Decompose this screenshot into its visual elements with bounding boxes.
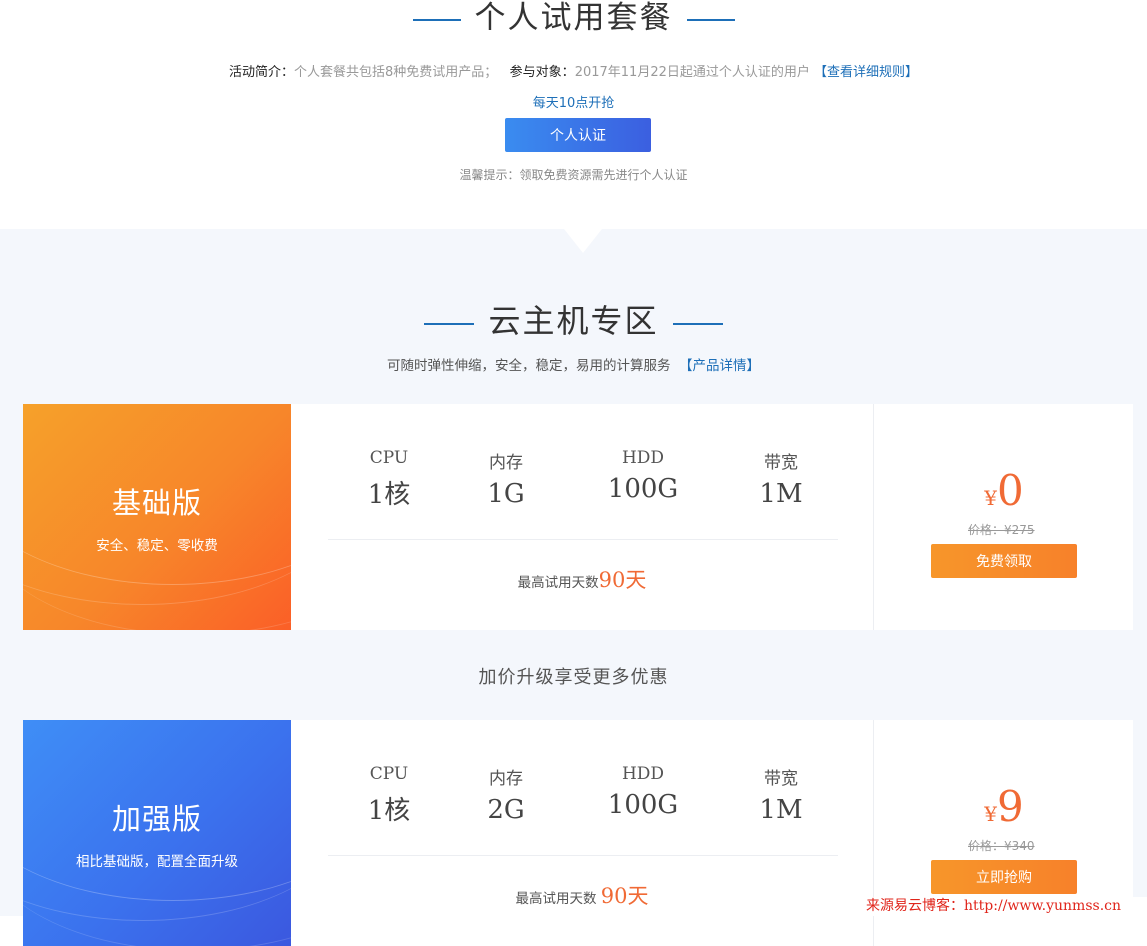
divider xyxy=(328,855,838,856)
spec-value: 1核 xyxy=(367,480,411,510)
spec-hdd: HDD 100G xyxy=(588,764,698,820)
spec-label: HDD xyxy=(621,764,665,784)
spec-label: HDD xyxy=(621,448,665,468)
intro-text: 个人套餐共包括8种免费试用产品； xyxy=(293,65,498,80)
wave-decoration xyxy=(23,730,291,946)
spec-label: CPU xyxy=(369,764,409,784)
daily-notice: 每天10点开抢 xyxy=(532,96,615,111)
spec-cpu: CPU 1核 xyxy=(334,764,444,827)
cloud-subtitle: 可随时弹性伸缩，安全，稳定，易用的计算服务 【产品详情】 xyxy=(0,354,1147,374)
spec-bandwidth: 带宽 1M xyxy=(726,448,836,509)
currency-symbol: ¥ xyxy=(984,802,997,826)
buy-now-button[interactable]: 立即抢购 xyxy=(931,860,1077,894)
spec-value: 1G xyxy=(487,479,525,509)
target-label: 参与对象： xyxy=(509,65,575,80)
title-line-left xyxy=(424,322,475,325)
price: ¥9 xyxy=(874,782,1134,831)
product-detail-link[interactable]: 【产品详情】 xyxy=(679,358,760,374)
original-price: 价格：¥275 xyxy=(968,523,1035,537)
trial-days: 最高试用天数90天 xyxy=(291,564,873,594)
cloud-title-text: 云主机专区 xyxy=(488,302,659,340)
spec-label: CPU xyxy=(369,448,409,468)
spec-bandwidth: 带宽 1M xyxy=(726,764,836,825)
intro-label: 活动简介： xyxy=(228,65,294,80)
watermark: 来源易云博客：http://www.yunmss.cn xyxy=(866,897,1147,916)
section-notch xyxy=(564,229,602,253)
trial-days-label: 最高试用天数 xyxy=(515,891,597,907)
rules-link[interactable]: 【查看详细规则】 xyxy=(814,65,918,80)
spec-label: 带宽 xyxy=(764,453,798,473)
price: ¥0 xyxy=(874,466,1134,515)
cloud-section-title: 云主机专区 xyxy=(0,296,1147,342)
personal-section-title: 个人试用套餐 xyxy=(0,0,1147,37)
spec-label: 内存 xyxy=(489,453,523,473)
plan-desc: 安全、稳定、零收费 xyxy=(96,538,218,554)
spec-value: 1M xyxy=(759,479,803,509)
target-text: 2017年11月22日起通过个人认证的用户 xyxy=(574,65,810,80)
spec-label: 内存 xyxy=(489,769,523,789)
plan-desc: 相比基础版，配置全面升级 xyxy=(76,854,238,870)
spec-memory: 内存 2G xyxy=(451,764,561,825)
title-line-right xyxy=(672,322,723,325)
activity-intro: 活动简介：个人套餐共包括8种免费试用产品； 参与对象：2017年11月22日起通… xyxy=(0,61,1147,80)
spec-hdd: HDD 100G xyxy=(588,448,698,504)
free-claim-button[interactable]: 免费领取 xyxy=(931,544,1077,578)
trial-days: 最高试用天数 90天 xyxy=(291,880,873,910)
personal-auth-button[interactable]: 个人认证 xyxy=(505,118,651,152)
plan-specs: CPU 1核 内存 2G HDD 100G 带宽 1M 最高试用天数 90天 xyxy=(291,720,873,946)
plan-name: 加强版 xyxy=(111,802,202,836)
spec-cpu: CPU 1核 xyxy=(334,448,444,511)
upgrade-heading: 加价升级享受更多优惠 xyxy=(478,667,669,688)
trial-days-value: 90天 xyxy=(600,884,649,908)
spec-value: 2G xyxy=(487,795,525,825)
plan-card-basic: 基础版 安全、稳定、零收费 CPU 1核 内存 1G HDD 100G 带宽 1M 最高… xyxy=(23,404,1133,630)
currency-symbol: ¥ xyxy=(984,486,997,510)
spec-label: 带宽 xyxy=(764,769,798,789)
trial-days-value: 90天 xyxy=(598,568,647,592)
spec-value: 1M xyxy=(759,795,803,825)
personal-title-text: 个人试用套餐 xyxy=(474,0,673,36)
plan-banner: 加强版 相比基础版，配置全面升级 xyxy=(23,720,291,946)
auth-tip: 温馨提示：领取免费资源需先进行个人认证 xyxy=(459,168,688,182)
spec-value: 1核 xyxy=(367,796,411,826)
trial-days-label: 最高试用天数 xyxy=(517,575,599,591)
price-amount: 0 xyxy=(997,466,1024,515)
spec-value: 100G xyxy=(607,790,679,820)
spec-memory: 内存 1G xyxy=(451,448,561,509)
spec-value: 100G xyxy=(607,474,679,504)
price-box: ¥0 价格：¥275 免费领取 xyxy=(873,404,1134,630)
title-line-left xyxy=(412,18,461,21)
personal-section: 个人试用套餐 活动简介：个人套餐共包括8种免费试用产品； 参与对象：2017年1… xyxy=(0,0,1147,229)
wave-decoration xyxy=(23,414,291,630)
plan-name: 基础版 xyxy=(111,486,202,520)
price-amount: 9 xyxy=(997,782,1024,831)
cloud-subtitle-text: 可随时弹性伸缩，安全，稳定，易用的计算服务 xyxy=(386,358,671,374)
original-price: 价格：¥340 xyxy=(968,839,1035,853)
plan-banner: 基础版 安全、稳定、零收费 xyxy=(23,404,291,630)
plan-specs: CPU 1核 内存 1G HDD 100G 带宽 1M 最高试用天数90天 xyxy=(291,404,873,630)
title-line-right xyxy=(686,18,735,21)
divider xyxy=(328,539,838,540)
